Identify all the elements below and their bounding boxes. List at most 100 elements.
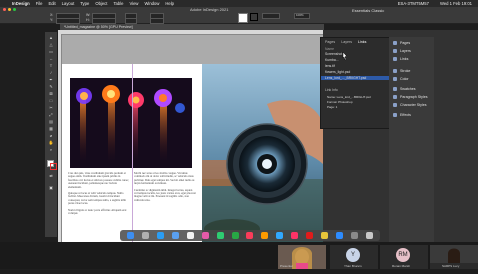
facetime-icon[interactable] — [231, 232, 239, 239]
panel-paragraph-styles[interactable]: Paragraph Styles — [393, 95, 428, 100]
link-item[interactable]: Kumba... — [325, 58, 339, 62]
workspace-switcher[interactable]: Essentials Classic — [352, 8, 384, 13]
link-info-row: Page: 1 — [327, 105, 338, 109]
right-page[interactable] — [202, 64, 323, 244]
close-window-button[interactable] — [3, 8, 6, 11]
panel-label: Effects — [400, 113, 411, 117]
panel-character-styles[interactable]: Character Styles — [393, 103, 427, 108]
photos-icon[interactable] — [201, 232, 209, 239]
participant-tile[interactable]: Y Yhan Bruce's — [330, 245, 378, 269]
body-paragraph: Nam id ligula ac nunc porta efficitur. A… — [68, 207, 127, 216]
left-page[interactable]: Cras dui quis, vitae vestibulum gravida … — [62, 64, 202, 244]
horizontal-ruler[interactable] — [58, 30, 323, 35]
zoom-window-button[interactable] — [13, 8, 16, 11]
acrobat-icon[interactable] — [306, 232, 314, 239]
minimize-window-button[interactable] — [8, 8, 11, 11]
flowers-image[interactable] — [70, 78, 192, 168]
pencil-tool-icon[interactable]: ✎ — [48, 85, 54, 89]
note-tool-icon[interactable]: ▦ — [48, 127, 54, 131]
launchpad-icon[interactable] — [141, 232, 149, 239]
chrome-icon[interactable] — [321, 232, 329, 239]
zoom-value: 100% — [296, 13, 304, 17]
stroke-color-icon[interactable] — [50, 163, 57, 170]
calendar-icon[interactable] — [186, 232, 194, 239]
participant-tile[interactable]: SARPS Lucy — [430, 245, 478, 269]
menu-file[interactable]: File — [36, 1, 43, 6]
text-column-1[interactable]: Cras dui quis, vitae vestibulum gravida … — [68, 171, 130, 216]
swap-colors-icon[interactable]: ⇄ — [48, 174, 54, 178]
panel-color[interactable]: Color — [393, 77, 409, 82]
pages-icon — [393, 41, 397, 46]
window-controls — [3, 8, 16, 11]
lens-photo[interactable] — [202, 64, 323, 244]
h-label: H: — [86, 18, 90, 22]
menu-help[interactable]: Help — [165, 1, 174, 6]
panel-swatches[interactable]: Swatches — [393, 87, 416, 92]
finder-icon[interactable] — [126, 232, 134, 239]
rectangle-tool-icon[interactable]: □ — [48, 99, 54, 103]
music-icon[interactable] — [246, 232, 254, 239]
effects-icon — [393, 113, 397, 118]
pen-tool-icon[interactable]: ✒ — [48, 78, 54, 82]
eyedropper-tool-icon[interactable]: ⌀ — [48, 134, 54, 138]
link-info-row: Name: Lens_lord_...BRIGHT.psd — [327, 95, 371, 99]
app-menu-indesign[interactable]: InDesign — [12, 1, 30, 6]
menu-layout[interactable]: Layout — [62, 1, 75, 6]
gap-tool-icon[interactable]: ↔ — [48, 57, 54, 61]
link-item-selected[interactable]: Lens_lord_..._BRIIGHT.psd — [321, 76, 389, 80]
panel-layers[interactable]: Layers — [393, 49, 411, 54]
color-icon — [393, 77, 397, 82]
hand-tool-icon[interactable]: ✋ — [48, 141, 54, 145]
menu-view[interactable]: View — [129, 1, 138, 6]
menu-window[interactable]: Window — [144, 1, 159, 6]
tab-layers[interactable]: Layers — [341, 40, 352, 44]
link-item[interactable]: flowers_light.psd — [325, 70, 350, 74]
zoom-tool-icon[interactable]: ⌕ — [48, 148, 54, 152]
rectangle-frame-tool-icon[interactable]: ⊠ — [48, 92, 54, 96]
panel-links[interactable]: Links — [393, 57, 408, 62]
control-bar: Adobe InDesign 2021 Essentials Classic X… — [0, 7, 478, 24]
indesign-icon[interactable] — [291, 232, 299, 239]
tab-links[interactable]: Links — [358, 40, 366, 44]
type-tool-icon[interactable]: T — [48, 64, 54, 68]
menu-table[interactable]: Table — [113, 1, 123, 6]
panel-label: Character Styles — [400, 103, 427, 107]
scissors-tool-icon[interactable]: ✂ — [48, 106, 54, 110]
page-tool-icon[interactable]: ▭ — [48, 50, 54, 54]
mail-icon[interactable] — [171, 232, 179, 239]
stroke-swatch[interactable] — [250, 13, 258, 21]
panel-effects[interactable]: Effects — [393, 113, 411, 118]
messages-icon[interactable] — [216, 232, 224, 239]
direct-selection-tool-icon[interactable]: △ — [48, 43, 54, 47]
safari-icon[interactable] — [156, 232, 164, 239]
participant-tile[interactable]: RM Ronan Marsh — [380, 245, 428, 269]
selection-tool-icon[interactable]: ▲ — [48, 36, 54, 40]
trash-icon[interactable] — [365, 232, 373, 239]
normal-view-icon[interactable]: ▣ — [48, 186, 54, 190]
free-transform-tool-icon[interactable]: ⤢ — [48, 113, 54, 117]
illustrator-icon[interactable] — [261, 232, 269, 239]
panel-label: Stroke — [400, 69, 411, 73]
mouse-cursor-icon — [342, 52, 348, 61]
settings-icon[interactable] — [351, 232, 359, 239]
link-info-header[interactable]: Link Info — [325, 88, 338, 92]
text-column-2[interactable]: Morbi nec urna at leo mollis congue. Viv… — [134, 171, 196, 202]
zoom-app-icon[interactable] — [336, 232, 344, 239]
panel-pages[interactable]: Pages — [393, 41, 410, 46]
link-item[interactable]: Screenshot — [325, 52, 342, 56]
panel-label: Color — [400, 77, 409, 81]
panel-stroke[interactable]: Stroke — [393, 69, 411, 74]
gradient-tool-icon[interactable]: ▤ — [48, 120, 54, 124]
presenter-tile[interactable]: Presenter — [278, 245, 326, 269]
line-tool-icon[interactable]: / — [48, 71, 54, 75]
link-item[interactable]: lens.tif — [325, 64, 335, 68]
menu-type[interactable]: Type — [80, 1, 89, 6]
links-column-header[interactable]: Name — [325, 47, 334, 51]
swatches-icon — [393, 87, 397, 92]
stroke-weight-field[interactable] — [262, 13, 280, 19]
fill-swatch[interactable] — [238, 13, 248, 23]
menu-object[interactable]: Object — [95, 1, 107, 6]
photoshop-icon[interactable] — [276, 232, 284, 239]
menu-edit[interactable]: Edit — [48, 1, 55, 6]
tab-pages[interactable]: Pages — [325, 40, 335, 44]
